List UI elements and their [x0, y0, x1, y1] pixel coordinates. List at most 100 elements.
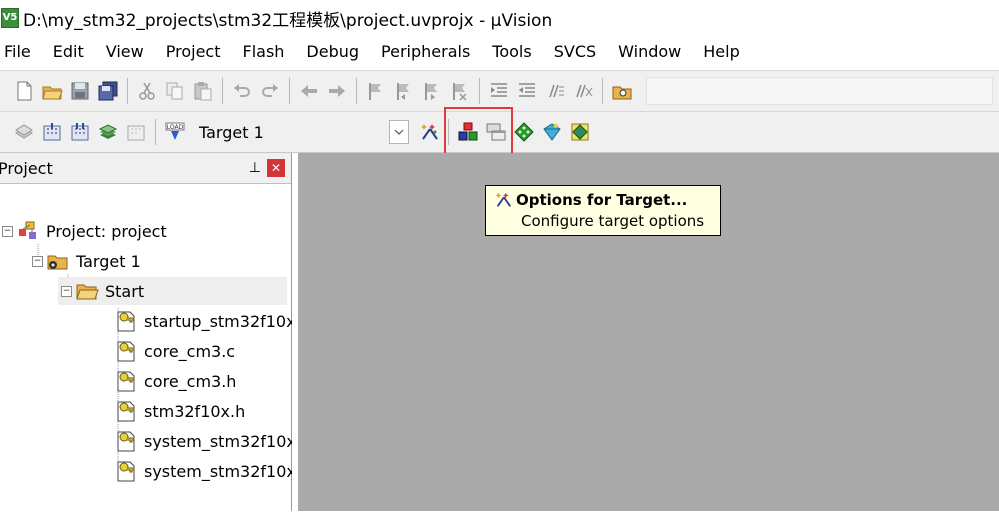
open-folder-icon	[42, 86, 63, 100]
target-selector: Target 1	[195, 117, 409, 147]
rebuild-icon	[71, 123, 89, 141]
tree-item-file[interactable]: core_cm3.h	[114, 367, 236, 395]
tree-item-project[interactable]: − Project: project	[2, 217, 167, 245]
build-button[interactable]	[38, 117, 66, 147]
pane-controls: ⊥ ✕	[249, 159, 285, 177]
toolbar-separator	[479, 78, 480, 104]
find-combobox[interactable]	[646, 77, 993, 105]
paste-clipboard-icon	[194, 82, 212, 101]
bookmark-previous-icon	[397, 83, 409, 100]
new-file-icon	[17, 81, 32, 101]
source-file-key-icon	[117, 341, 135, 362]
tree-item-target[interactable]: − Target 1	[32, 247, 141, 275]
save-all-button[interactable]	[94, 76, 122, 106]
bookmark-next-icon	[425, 83, 437, 100]
software-packs-button[interactable]	[566, 117, 594, 147]
menu-project[interactable]: Project	[155, 42, 232, 61]
toolbar-separator	[127, 78, 128, 104]
save-button[interactable]	[66, 76, 94, 106]
collapse-toggle[interactable]: −	[32, 255, 43, 267]
tree-item-file[interactable]: startup_stm32f10x	[114, 307, 296, 335]
new-file-button[interactable]	[10, 76, 38, 106]
undo-button[interactable]	[228, 76, 256, 106]
unindent-icon	[519, 83, 535, 97]
collapse-toggle[interactable]: −	[2, 225, 13, 237]
uncomment-selection-button[interactable]	[569, 76, 597, 106]
tree-item-file[interactable]: core_cm3.c	[114, 337, 235, 365]
find-in-files-button[interactable]	[608, 76, 636, 106]
open-file-button[interactable]	[38, 76, 66, 106]
project-pane-title: Project	[0, 158, 53, 178]
options-tooltip: Options for Target... Configure target o…	[485, 185, 721, 236]
menu-file[interactable]: File	[0, 42, 42, 61]
comment-selection-button[interactable]	[541, 76, 569, 106]
tooltip-title: Options for Target...	[516, 191, 688, 209]
menu-svcs[interactable]: SVCS	[543, 42, 607, 61]
redo-button[interactable]	[256, 76, 284, 106]
navigate-forward-button[interactable]	[323, 76, 351, 106]
menu-debug[interactable]: Debug	[295, 42, 370, 61]
tree-item-file[interactable]: system_stm32f10x	[114, 427, 296, 455]
svg-text:LOAD: LOAD	[167, 124, 184, 131]
find-in-files-folder-icon	[612, 86, 632, 100]
stop-build-button[interactable]	[122, 117, 150, 147]
download-button[interactable]: LOAD	[161, 117, 189, 147]
save-disk-icon	[71, 82, 89, 100]
tree-item-group-start[interactable]: − Start	[58, 277, 287, 305]
next-bookmark-button[interactable]	[418, 76, 446, 106]
tree-item-label: system_stm32f10x	[144, 461, 296, 481]
indent-button[interactable]	[485, 76, 513, 106]
menu-flash[interactable]: Flash	[231, 42, 295, 61]
source-file-key-icon	[117, 461, 135, 482]
pack-installer-button[interactable]	[538, 117, 566, 147]
menu-help[interactable]: Help	[692, 42, 750, 61]
collapse-toggle[interactable]: −	[61, 285, 72, 297]
tree-item-label: Start	[105, 281, 145, 301]
menu-view[interactable]: View	[95, 42, 155, 61]
bookmark-flag-icon	[369, 83, 381, 100]
paste-button[interactable]	[189, 76, 217, 106]
project-pane-header: Project ⊥ ✕	[0, 153, 291, 184]
target-dropdown-button[interactable]	[389, 120, 409, 144]
bookmark-clear-icon	[453, 83, 467, 101]
indent-icon	[491, 83, 507, 97]
tooltip-description: Configure target options	[521, 212, 705, 230]
menu-tools[interactable]: Tools	[481, 42, 542, 61]
source-file-key-icon	[117, 431, 135, 452]
tree-item-label: Target 1	[76, 251, 141, 271]
menu-window[interactable]: Window	[607, 42, 692, 61]
tree-item-file[interactable]: stm32f10x.h	[114, 397, 245, 425]
tree-item-label: Project: project	[46, 221, 167, 241]
tree-item-label: core_cm3.h	[144, 371, 237, 391]
copy-icon	[166, 82, 183, 100]
tree-item-label: core_cm3.c	[144, 341, 236, 361]
translate-icon	[15, 124, 33, 139]
copy-button[interactable]	[161, 76, 189, 106]
menu-peripherals[interactable]: Peripherals	[370, 42, 481, 61]
manage-run-time-environment-button[interactable]	[510, 117, 538, 147]
undo-icon	[234, 84, 250, 97]
close-pane-button[interactable]: ✕	[267, 159, 285, 177]
insert-bookmark-button[interactable]	[362, 76, 390, 106]
pin-icon[interactable]: ⊥	[249, 160, 261, 176]
clear-bookmarks-button[interactable]	[446, 76, 474, 106]
previous-bookmark-button[interactable]	[390, 76, 418, 106]
navigate-back-button[interactable]	[295, 76, 323, 106]
cut-button[interactable]	[133, 76, 161, 106]
magic-wand-options-icon	[495, 192, 512, 207]
open-folder-icon	[76, 284, 99, 300]
options-for-target-button[interactable]	[415, 117, 443, 147]
toolbar-separator	[602, 78, 603, 104]
batch-build-button[interactable]	[94, 117, 122, 147]
unindent-button[interactable]	[513, 76, 541, 106]
menu-edit[interactable]: Edit	[42, 42, 95, 61]
rebuild-button[interactable]	[66, 117, 94, 147]
translate-button[interactable]	[10, 117, 38, 147]
comment-icon	[549, 84, 564, 98]
window-title: D:\my_stm32_projects\stm32工程模板\project.u…	[23, 10, 553, 31]
batch-build-stack-icon	[98, 124, 118, 139]
toolbar-separator	[155, 119, 156, 145]
source-file-key-icon	[117, 371, 135, 392]
tree-item-file[interactable]: system_stm32f10x	[114, 457, 296, 485]
tree-item-label: startup_stm32f10x	[144, 311, 296, 331]
